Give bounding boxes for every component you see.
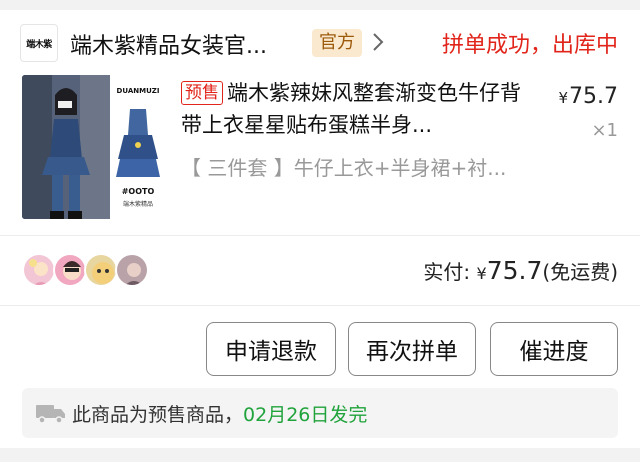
presale-badge: 预售 [181,81,223,105]
urge-progress-button[interactable]: 催进度 [490,322,618,376]
total-paid: 实付: ¥75.7(免运费) [423,256,618,285]
avatar [115,253,149,287]
thumb-tag: #OOTO [121,187,155,196]
unit-price: ¥75.7 [558,84,618,109]
product-row[interactable]: DUANMUZI #OOTO 端木紫精品 预售 端木紫辣妹风整套渐变色牛仔背带上衣… [0,72,640,236]
shop-name[interactable]: 端木紫精品女装官... [70,28,300,60]
total-label: 实付: [423,260,471,284]
avatar [53,253,87,287]
shop-logo[interactable]: 端木紫 [20,24,58,62]
presale-notice: 此商品为预售商品，02月26日发完 [22,388,618,438]
action-bar: 申请退款 再次拼单 催进度 [0,306,640,382]
currency-symbol: ¥ [558,89,569,107]
official-badge: 官方 [312,29,362,57]
product-title-text: 端木紫辣妹风整套渐变色牛仔背带上衣星星贴布蛋糕半身... [181,81,521,137]
thumb-subtag: 端木紫精品 [122,201,153,208]
chevron-right-icon[interactable] [368,30,388,54]
notice-message: 此商品为预售商品， [72,404,244,426]
order-status: 拼单成功，出库中 [441,33,618,58]
avatar [84,253,118,287]
product-spec: 【 三件套 】牛仔上衣+半身裙+衬... [181,156,507,180]
product-title[interactable]: 预售 端木紫辣妹风整套渐变色牛仔背带上衣星星贴布蛋糕半身... [181,77,537,141]
order-header: 端木紫 端木紫精品女装官... 官方 拼单成功，出库中 [0,10,640,72]
bottom-divider [0,448,640,462]
notice-text: 此商品为预售商品，02月26日发完 [72,400,367,427]
group-members: 实付: ¥75.7(免运费) [0,236,640,306]
rebuy-group-button[interactable]: 再次拼单 [348,322,476,376]
quantity: ×1 [591,120,618,141]
model-photo [22,75,110,219]
product-thumbnail[interactable]: DUANMUZI #OOTO 端木紫精品 [22,75,166,219]
thumb-brand: DUANMUZI [116,87,160,95]
currency-symbol: ¥ [476,264,487,283]
avatar [22,253,56,287]
product-card: DUANMUZI #OOTO 端木紫精品 [110,75,166,219]
shipping-note: (免运费) [542,260,618,284]
request-refund-button[interactable]: 申请退款 [206,322,336,376]
price-value: 75.7 [569,84,618,109]
truck-icon [36,405,65,424]
top-divider [0,0,640,10]
ship-date: 02月26日发完 [243,404,368,426]
total-amount: 75.7 [486,256,543,285]
